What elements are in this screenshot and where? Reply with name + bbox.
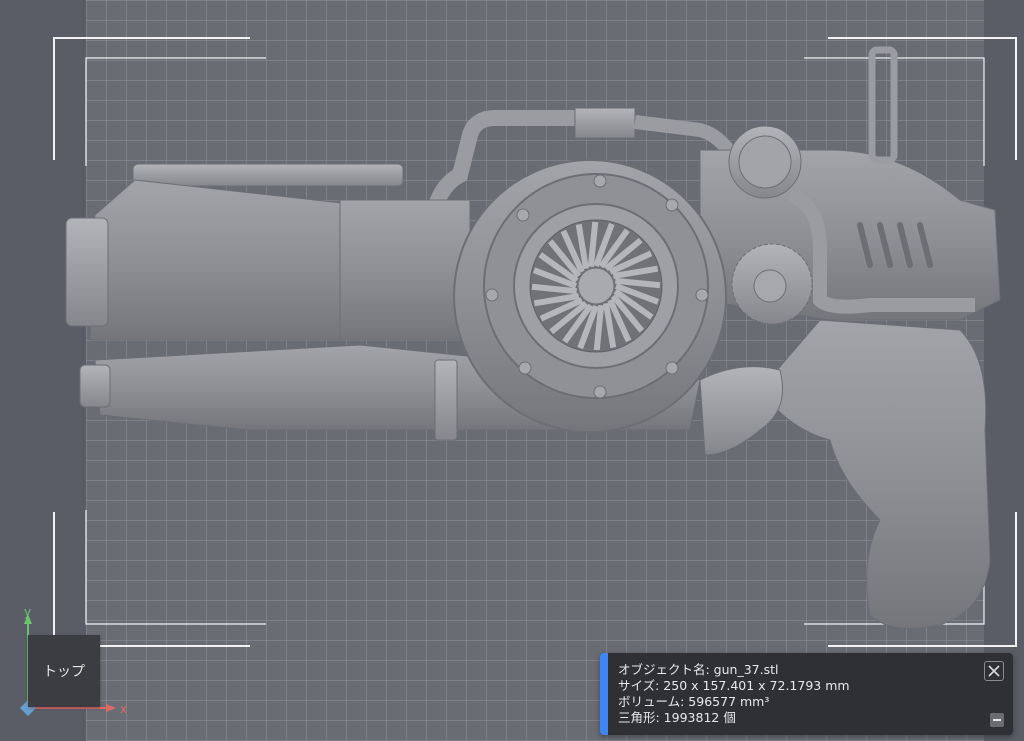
close-button[interactable] <box>984 661 1004 681</box>
object-name-text: オブジェクト名: gun_37.stl <box>618 662 779 677</box>
object-triangles-text: 三角形: 1993812 個 <box>618 710 736 725</box>
x-axis-label: x <box>120 702 127 716</box>
gun-3d-model[interactable] <box>0 0 1024 741</box>
view-cube-top[interactable]: トップ <box>28 635 100 707</box>
y-axis-label: y <box>24 605 31 619</box>
view-cube-label: トップ <box>43 664 85 680</box>
close-icon <box>988 665 1000 677</box>
object-volume-text: ボリューム: 596577 mm³ <box>618 694 770 709</box>
collapse-button[interactable] <box>990 713 1004 727</box>
3d-viewport[interactable]: y x トップ <box>0 0 1024 741</box>
object-size-text: サイズ: 250 x 157.401 x 72.1793 mm <box>618 678 850 693</box>
info-panel-accent <box>600 653 608 735</box>
minus-icon <box>993 719 1001 721</box>
object-info-panel: オブジェクト名: gun_37.stl サイズ: 250 x 157.401 x… <box>600 653 1013 735</box>
